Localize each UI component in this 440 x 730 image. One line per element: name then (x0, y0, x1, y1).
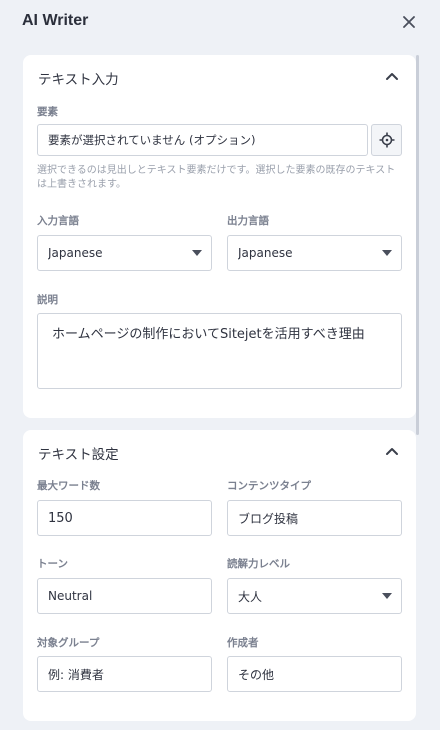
app-header: AI Writer (0, 0, 440, 44)
chevron-up-icon (386, 73, 398, 80)
content-type-input[interactable]: ブログ投稿 (227, 500, 402, 536)
text-settings-card: テキスト設定 最大ワード数 150 コンテンツタイプ ブログ投稿 トーン Neu… (23, 430, 416, 721)
app-title: AI Writer (22, 12, 89, 29)
crosshair-icon (379, 132, 394, 148)
max-words-input[interactable]: 150 (37, 500, 212, 536)
element-value: 要素が選択されていません (オプション) (48, 133, 256, 147)
tone-label: トーン (37, 558, 68, 570)
target-group-label: 対象グループ (37, 637, 100, 649)
tone-input[interactable]: Neutral (37, 578, 212, 614)
content-type-label: コンテンツタイプ (227, 480, 311, 492)
target-group-placeholder: 例: 消費者 (48, 667, 104, 682)
element-field[interactable]: 要素が選択されていません (オプション) (37, 124, 368, 156)
close-button[interactable] (398, 11, 420, 33)
author-value: その他 (238, 667, 275, 682)
author-label: 作成者 (227, 637, 259, 649)
text-input-card: テキスト入力 要素 要素が選択されていません (オプション) 選択できるのは見出… (23, 55, 416, 418)
panel-scroll-area[interactable]: テキスト入力 要素 要素が選択されていません (オプション) 選択できるのは見出… (0, 44, 440, 730)
chevron-up-icon (386, 448, 398, 455)
reading-level-select[interactable]: 大人 (227, 578, 402, 614)
max-words-label: 最大ワード数 (37, 480, 100, 492)
select-element-button[interactable] (371, 124, 402, 156)
element-hint: 選択できるのは見出しとテキスト要素だけです。選択した要素の既存のテキストは上書き… (37, 165, 396, 190)
caret-down-icon (192, 250, 202, 256)
caret-down-icon (382, 250, 392, 256)
scrollbar[interactable] (416, 55, 419, 435)
input-language-value: Japanese (48, 246, 103, 260)
author-input[interactable]: その他 (227, 656, 402, 692)
input-language-label: 入力言語 (37, 215, 79, 227)
tone-value: Neutral (48, 589, 93, 603)
text-input-title: テキスト入力 (38, 72, 119, 88)
description-textarea[interactable]: ホームページの制作においてSitejetを活用すべき理由 (37, 313, 402, 389)
reading-level-label: 読解力レベル (227, 558, 290, 570)
output-language-select[interactable]: Japanese (227, 235, 402, 271)
caret-down-icon (382, 593, 392, 599)
text-settings-title: テキスト設定 (38, 447, 119, 463)
target-group-input[interactable]: 例: 消費者 (37, 656, 212, 692)
description-label: 説明 (37, 294, 58, 306)
close-icon (403, 16, 415, 28)
input-language-select[interactable]: Japanese (37, 235, 212, 271)
text-settings-collapse-button[interactable] (382, 441, 402, 461)
reading-level-value: 大人 (238, 589, 263, 604)
element-label: 要素 (37, 106, 58, 118)
output-language-value: Japanese (238, 246, 293, 260)
max-words-value: 150 (48, 510, 73, 526)
output-language-label: 出力言語 (227, 215, 269, 227)
content-type-value: ブログ投稿 (238, 511, 299, 526)
text-input-collapse-button[interactable] (382, 66, 402, 86)
